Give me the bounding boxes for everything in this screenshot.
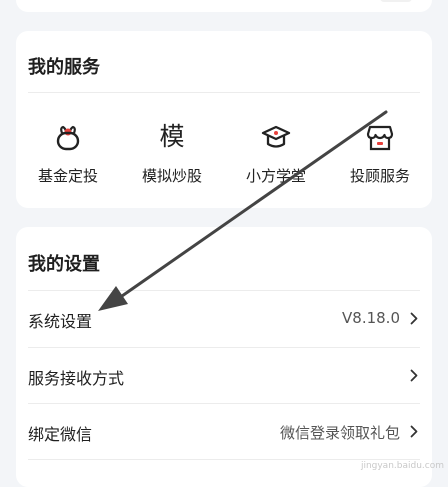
top-card-pill (380, 0, 412, 2)
chevron-right-icon (410, 369, 418, 382)
service-label: 基金定投 (37, 167, 98, 185)
my-services-title: 我的服务 (28, 57, 100, 78)
mo-character-icon: 模 (159, 122, 185, 151)
my-settings-title: 我的设置 (28, 254, 100, 275)
row-label: 服务接收方式 (28, 369, 125, 388)
row-label: 绑定微信 (28, 425, 93, 444)
service-label: 投顾服务 (349, 167, 410, 185)
settings-row-service-receive-method[interactable]: 服务接收方式 (16, 348, 432, 404)
my-services-card: 我的服务 基金定投 模 模拟炒股 小方学堂 投顾服务 (16, 31, 432, 208)
watermark: jingyan.baidu.com (360, 461, 444, 471)
services-divider (28, 92, 420, 93)
settings-row-system-settings[interactable]: 系统设置 V8.18.0 (16, 291, 432, 347)
store-icon (366, 125, 394, 151)
graduation-cap-icon (261, 125, 291, 148)
service-label: 模拟炒股 (141, 167, 202, 185)
top-card-partial (16, 0, 432, 12)
wechat-gift-hint: 微信登录领取礼包 (279, 424, 400, 442)
row-label: 系统设置 (28, 312, 93, 331)
fund-piggy-bag-icon (56, 125, 80, 151)
service-label: 小方学堂 (245, 167, 306, 185)
services-row: 基金定投 模 模拟炒股 小方学堂 投顾服务 (16, 123, 432, 187)
row-divider (28, 459, 420, 460)
service-advisory[interactable]: 投顾服务 (328, 123, 432, 187)
chevron-right-icon (410, 312, 418, 325)
version-value: V8.18.0 (342, 309, 400, 327)
service-simulated-trading[interactable]: 模 模拟炒股 (120, 123, 224, 187)
my-settings-card: 我的设置 系统设置 V8.18.0 服务接收方式 绑定微信 微信登录领取礼包 (16, 227, 432, 487)
settings-row-bind-wechat[interactable]: 绑定微信 微信登录领取礼包 (16, 404, 432, 460)
chevron-right-icon (410, 425, 418, 438)
service-xiaofang-school[interactable]: 小方学堂 (224, 123, 328, 187)
service-fund-investment[interactable]: 基金定投 (16, 123, 120, 187)
